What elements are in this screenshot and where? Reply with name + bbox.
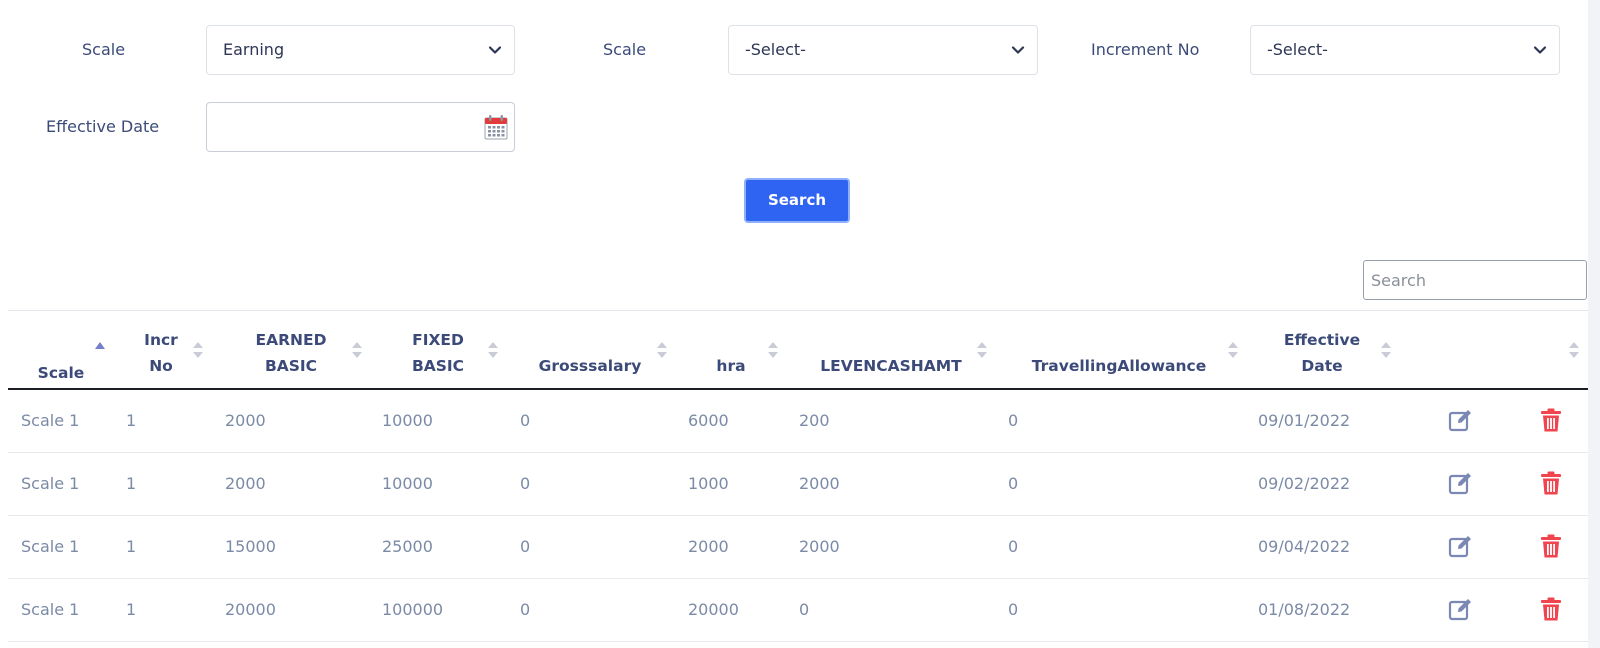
scale-select[interactable]: -Select-	[728, 25, 1038, 75]
effective-date-label: Effective Date	[46, 117, 160, 136]
increment-no-select[interactable]: -Select-	[1250, 25, 1560, 75]
sort-ascending-icon[interactable]	[95, 340, 105, 360]
salary-scale-panel: Scale Earning Scale -Select- Increment N…	[0, 0, 1588, 648]
cell-hra: 2000	[688, 537, 729, 556]
sort-icon[interactable]	[352, 340, 362, 360]
column-header-effective-date[interactable]: Effective Date	[1280, 327, 1364, 379]
trash-icon[interactable]	[1538, 596, 1564, 622]
sort-icon[interactable]	[977, 340, 987, 360]
sort-icon[interactable]	[1569, 340, 1579, 360]
cell-effective-date: 01/08/2022	[1258, 600, 1351, 619]
cell-levencashamt: 2000	[799, 537, 840, 556]
column-header-earned-basic[interactable]: EARNED BASIC	[246, 327, 336, 379]
cell-scale: Scale 1	[21, 537, 80, 556]
cell-effective-date: 09/02/2022	[1258, 474, 1351, 493]
scale-select-label: Scale	[603, 40, 647, 59]
column-header-hra[interactable]: hra	[708, 327, 754, 379]
cell-travelling-allowance: 0	[1008, 537, 1019, 556]
cell-grosssalary: 0	[520, 537, 531, 556]
column-header-grosssalary[interactable]: Grosssalary	[532, 327, 648, 379]
cell-travelling-allowance: 0	[1008, 411, 1019, 430]
table-row: Scale 1 1 2000 10000 0 1000 2000 0 09/02…	[8, 453, 1588, 516]
cell-levencashamt: 0	[799, 600, 810, 619]
cell-travelling-allowance: 0	[1008, 474, 1019, 493]
cell-incr-no: 1	[126, 600, 137, 619]
table-search-input[interactable]	[1363, 260, 1587, 300]
cell-fixed-basic: 25000	[382, 537, 433, 556]
trash-icon[interactable]	[1538, 407, 1564, 433]
cell-grosssalary: 0	[520, 600, 531, 619]
cell-hra: 6000	[688, 411, 729, 430]
table-row: Scale 1 1 2000 10000 0 6000 200 0 09/01/…	[8, 390, 1588, 453]
cell-grosssalary: 0	[520, 411, 531, 430]
cell-scale: Scale 1	[21, 474, 80, 493]
page-scrollbar[interactable]	[1588, 0, 1600, 648]
cell-hra: 1000	[688, 474, 729, 493]
chevron-down-icon	[1011, 46, 1025, 54]
increment-no-selected-value: -Select-	[1267, 40, 1328, 59]
search-button[interactable]: Search	[744, 178, 850, 223]
edit-icon[interactable]	[1448, 596, 1474, 622]
sort-icon[interactable]	[488, 340, 498, 360]
cell-effective-date: 09/04/2022	[1258, 537, 1351, 556]
cell-fixed-basic: 10000	[382, 411, 433, 430]
table-row: Scale 1 1 20000 100000 0 20000 0 0 01/08…	[8, 579, 1588, 642]
cell-incr-no: 1	[126, 537, 137, 556]
cell-earned-basic: 2000	[225, 411, 266, 430]
sort-icon[interactable]	[768, 340, 778, 360]
cell-levencashamt: 200	[799, 411, 830, 430]
cell-incr-no: 1	[126, 474, 137, 493]
cell-effective-date: 09/01/2022	[1258, 411, 1351, 430]
edit-icon[interactable]	[1448, 407, 1474, 433]
table-row: Scale 1 1 15000 25000 0 2000 2000 0 09/0…	[8, 516, 1588, 579]
column-header-scale[interactable]: Scale	[26, 334, 96, 386]
column-header-incr-no[interactable]: Incr No	[136, 327, 186, 379]
scale-type-selected-value: Earning	[223, 40, 285, 59]
scale-filter-label: Scale	[82, 40, 126, 59]
cell-hra: 20000	[688, 600, 739, 619]
calendar-icon[interactable]	[484, 114, 508, 140]
sort-icon[interactable]	[1228, 340, 1238, 360]
cell-earned-basic: 15000	[225, 537, 276, 556]
cell-earned-basic: 20000	[225, 600, 276, 619]
column-header-levencashamt[interactable]: LEVENCASHAMT	[818, 327, 964, 379]
cell-earned-basic: 2000	[225, 474, 266, 493]
cell-scale: Scale 1	[21, 411, 80, 430]
chevron-down-icon	[488, 46, 502, 54]
cell-levencashamt: 2000	[799, 474, 840, 493]
column-header-fixed-basic[interactable]: FIXED BASIC	[398, 327, 478, 379]
sort-icon[interactable]	[657, 340, 667, 360]
cell-travelling-allowance: 0	[1008, 600, 1019, 619]
trash-icon[interactable]	[1538, 533, 1564, 559]
cell-grosssalary: 0	[520, 474, 531, 493]
table-top-divider	[8, 310, 1588, 311]
scale-selected-value: -Select-	[745, 40, 806, 59]
effective-date-input[interactable]	[206, 102, 515, 152]
sort-icon[interactable]	[1381, 340, 1391, 360]
edit-icon[interactable]	[1448, 470, 1474, 496]
column-header-travelling-allowance[interactable]: TravellingAllowance	[1024, 327, 1214, 379]
scale-type-select[interactable]: Earning	[206, 25, 515, 75]
trash-icon[interactable]	[1538, 470, 1564, 496]
cell-incr-no: 1	[126, 411, 137, 430]
cell-fixed-basic: 100000	[382, 600, 444, 619]
increment-no-label: Increment No	[1091, 40, 1200, 59]
sort-icon[interactable]	[193, 340, 203, 360]
cell-scale: Scale 1	[21, 600, 80, 619]
chevron-down-icon	[1533, 46, 1547, 54]
cell-fixed-basic: 10000	[382, 474, 433, 493]
edit-icon[interactable]	[1448, 533, 1474, 559]
